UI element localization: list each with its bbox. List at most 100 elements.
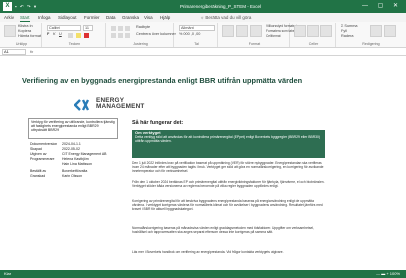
about-tool-text: Detta verktyg stöd att användas för att … bbox=[135, 135, 321, 144]
status-text: Klar bbox=[4, 271, 12, 276]
fill-button[interactable]: Fyll bbox=[341, 29, 347, 33]
info-paragraph: Korrigering av primärenergital för att b… bbox=[132, 199, 323, 212]
name-box[interactable]: A1 bbox=[2, 49, 26, 55]
ribbon-tabs: Arkiv Start Infoga Sidlayout Formler Dat… bbox=[0, 13, 406, 22]
font-color-icon[interactable] bbox=[84, 33, 89, 38]
clear-button[interactable]: Radera bbox=[341, 34, 353, 38]
align-right-icon[interactable] bbox=[125, 33, 130, 38]
cell-styles-label[interactable]: Cellformat bbox=[266, 34, 281, 38]
meta-value: Karin Olsson bbox=[62, 174, 83, 178]
worksheet[interactable]: Verifiering av en byggnads energiprestan… bbox=[0, 56, 406, 278]
meta-key: Beställt av bbox=[30, 169, 47, 173]
status-bar: Klar — ▬ + 100% bbox=[0, 270, 406, 278]
cell-styles-icon[interactable] bbox=[250, 25, 262, 37]
fill-color-icon[interactable] bbox=[76, 33, 81, 38]
meta-row: Beställt av Boverketförvalta bbox=[30, 169, 87, 173]
meta-value: Boverketförvalta bbox=[62, 169, 88, 173]
info-paragraph: Från den 1 oktober 2024 beräknas EP och … bbox=[132, 180, 325, 189]
font-name-select[interactable]: Calibri bbox=[47, 25, 81, 31]
info-paragraph: Läs mer i Boverkets handbok om verifieri… bbox=[132, 250, 284, 254]
align-top-icon[interactable] bbox=[111, 26, 116, 31]
formula-bar: A1 fx bbox=[0, 48, 406, 56]
group-label-editing: Redigering bbox=[362, 42, 380, 46]
meta-value: 2022-05-02 bbox=[62, 147, 80, 151]
meta-key: Dokumentversion bbox=[30, 142, 58, 146]
group-clipboard: Klistra in Kopiera Hämta format Urklipp bbox=[2, 23, 42, 47]
info-paragraph: Normalårskorrigering baseras på månadsvi… bbox=[132, 226, 314, 235]
how-it-works-heading: Så här fungerar det: bbox=[132, 120, 184, 126]
tab-hjalp[interactable]: Hjälp bbox=[160, 13, 170, 22]
energy-management-logo-icon bbox=[74, 99, 90, 111]
align-left-icon[interactable] bbox=[111, 33, 116, 38]
group-label-clipboard: Urklipp bbox=[15, 42, 28, 46]
number-format-select[interactable]: Allmänt bbox=[179, 25, 215, 31]
group-styles: Villkorsstyrd formatering Formatera som … bbox=[220, 23, 300, 47]
group-cells: Celler bbox=[292, 23, 336, 47]
align-center-icon[interactable] bbox=[118, 33, 123, 38]
quick-access-toolbar[interactable]: ▪ ↶ ↷ ▾ bbox=[15, 3, 75, 10]
autosum-button[interactable]: Σ Summa bbox=[341, 24, 358, 28]
group-font: Calibri 11 F K U Tecken bbox=[44, 23, 106, 47]
meta-row: Programmerare Helena Kastbjörn bbox=[30, 157, 89, 161]
underline-button[interactable]: U bbox=[59, 32, 62, 36]
meta-row: Granskad Karin Olsson bbox=[30, 174, 82, 178]
tab-start[interactable]: Start bbox=[20, 13, 30, 22]
window-controls[interactable]: — ▢ ✕ bbox=[362, 2, 402, 11]
tab-data[interactable]: Data bbox=[106, 13, 116, 22]
tell-me-label: Berätta vad du vill göra bbox=[205, 15, 252, 20]
excel-logo-icon: X bbox=[3, 2, 12, 11]
group-label-number: Tal bbox=[194, 42, 199, 46]
italic-button[interactable]: K bbox=[53, 32, 56, 36]
insert-cells-icon[interactable] bbox=[294, 25, 306, 37]
tab-visa[interactable]: Visa bbox=[144, 13, 153, 22]
format-as-table-icon[interactable] bbox=[236, 25, 248, 37]
group-label-font: Tecken bbox=[68, 42, 81, 46]
tab-infoga[interactable]: Infoga bbox=[38, 13, 51, 22]
about-tool-box: Om verktyget Detta verktyg stöd att anvä… bbox=[132, 130, 325, 158]
ribbon: Klistra in Kopiera Hämta format Urklipp … bbox=[0, 22, 406, 48]
meta-key: Skapad bbox=[30, 147, 42, 151]
logo-wordmark: ENERGY MANAGEMENT bbox=[96, 97, 145, 110]
copy-button[interactable]: Kopiera bbox=[18, 29, 31, 33]
meta-value: Helena Kastbjörn bbox=[62, 157, 89, 161]
paste-icon[interactable] bbox=[4, 25, 16, 37]
meta-value: 2024-04-1.1 bbox=[62, 142, 81, 146]
paste-label[interactable]: Klistra in bbox=[18, 24, 33, 28]
merge-center-button[interactable]: Centrera över kolumner bbox=[136, 32, 176, 36]
tab-sidlayout[interactable]: Sidlayout bbox=[58, 13, 77, 22]
sort-filter-icon[interactable] bbox=[370, 25, 382, 37]
group-number: Allmänt % 000 ,0 ,00 Tal bbox=[176, 23, 218, 47]
border-icon[interactable] bbox=[68, 33, 73, 38]
tab-granska[interactable]: Granska bbox=[122, 13, 139, 22]
conditional-formatting-icon[interactable] bbox=[222, 25, 234, 37]
delete-cells-icon[interactable] bbox=[307, 25, 319, 37]
group-editing: Σ Summa Fyll Radera Redigering bbox=[338, 23, 404, 47]
tab-formler[interactable]: Formler bbox=[84, 13, 100, 22]
logo-line-2: MANAGEMENT bbox=[96, 103, 145, 110]
info-paragraph: Den 1 juli 2022 infördes krav på verifik… bbox=[132, 161, 324, 174]
meta-row: Utgiven av CIT Energy Management AB bbox=[30, 152, 107, 156]
fx-icon[interactable]: fx bbox=[30, 48, 33, 55]
format-cells-icon[interactable] bbox=[320, 25, 332, 37]
align-middle-icon[interactable] bbox=[118, 26, 123, 31]
find-select-icon[interactable] bbox=[384, 25, 396, 37]
zoom-control[interactable]: — ▬ + 100% bbox=[376, 270, 400, 278]
wrap-text-button[interactable]: Radbyte bbox=[136, 25, 150, 29]
meta-key: Utgiven av bbox=[30, 152, 47, 156]
bold-button[interactable]: F bbox=[47, 32, 49, 36]
group-label-styles: Format bbox=[248, 42, 261, 46]
number-format-buttons[interactable]: % 000 ,0 ,00 bbox=[179, 32, 200, 36]
meta-row: Dokumentversion 2024-04-1.1 bbox=[30, 142, 81, 146]
font-size-select[interactable]: 11 bbox=[83, 25, 93, 31]
meta-value: Hain Lina Mattsson bbox=[62, 162, 92, 166]
group-label-cells: Celler bbox=[308, 42, 319, 46]
tab-arkiv[interactable]: Arkiv bbox=[4, 13, 14, 22]
window-title: Primarenergiberäkning_P_STEM - Excel bbox=[180, 4, 262, 9]
group-alignment: Radbyte Centrera över kolumner Justering bbox=[108, 23, 176, 47]
meta-key: Programmerare bbox=[30, 157, 55, 161]
tell-me-search[interactable]: ☼ Berätta vad du vill göra bbox=[200, 13, 251, 22]
tool-description-box: Verktyg för verifiering av utförande, ko… bbox=[28, 118, 118, 139]
format-painter-button[interactable]: Hämta format bbox=[18, 34, 41, 38]
meta-key: Granskad bbox=[30, 174, 46, 178]
align-bottom-icon[interactable] bbox=[125, 26, 130, 31]
